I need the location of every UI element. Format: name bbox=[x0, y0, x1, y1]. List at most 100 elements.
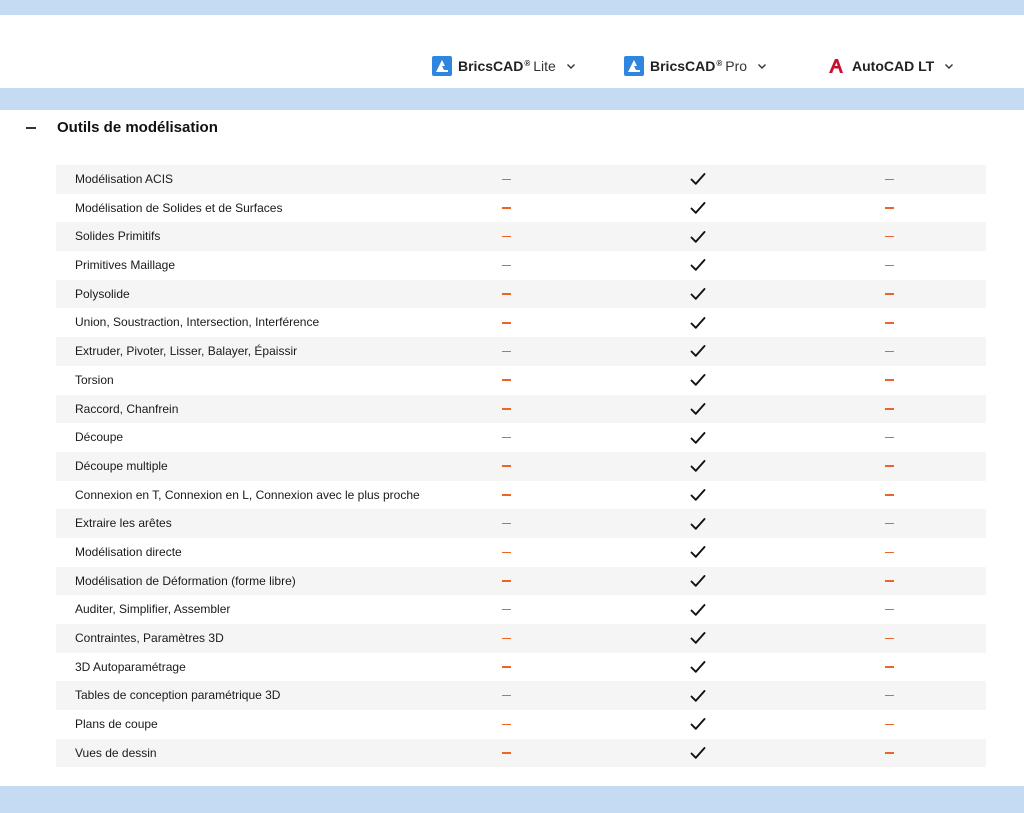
feature-label: Solides Primitifs bbox=[75, 229, 161, 244]
dash-icon bbox=[491, 366, 521, 395]
check-icon bbox=[683, 280, 713, 309]
dash-icon bbox=[491, 251, 521, 280]
feature-label: Découpe multiple bbox=[75, 458, 168, 473]
check-icon bbox=[683, 538, 713, 567]
feature-row: Torsion bbox=[56, 366, 986, 395]
feature-label: Plans de coupe bbox=[75, 717, 158, 732]
feature-row: Solides Primitifs bbox=[56, 222, 986, 252]
dash-icon bbox=[874, 538, 904, 567]
feature-row: Modélisation de Déformation (forme libre… bbox=[56, 566, 986, 596]
bricscad-logo-icon bbox=[624, 56, 644, 76]
product-selector-autocad-lt[interactable]: AutoCAD LT bbox=[826, 55, 954, 77]
feature-label: 3D Autoparamétrage bbox=[75, 659, 186, 674]
check-icon bbox=[683, 653, 713, 682]
bottom-band bbox=[0, 786, 1024, 813]
dash-icon bbox=[874, 710, 904, 739]
dash-icon bbox=[491, 624, 521, 653]
registered-mark: ® bbox=[716, 58, 723, 68]
dash-icon bbox=[491, 395, 521, 424]
dash-icon bbox=[874, 653, 904, 682]
feature-label: Extruder, Pivoter, Lisser, Balayer, Épai… bbox=[75, 344, 298, 359]
bricscad-logo-icon bbox=[432, 56, 452, 76]
feature-row: Connexion en T, Connexion en L, Connexio… bbox=[56, 481, 986, 510]
feature-label: Découpe bbox=[75, 430, 124, 445]
feature-label: Polysolide bbox=[75, 286, 130, 301]
check-icon bbox=[683, 624, 713, 653]
feature-label: Connexion en T, Connexion en L, Connexio… bbox=[75, 487, 420, 502]
feature-row: Union, Soustraction, Intersection, Inter… bbox=[56, 308, 986, 337]
dash-icon bbox=[491, 509, 521, 538]
section-header: Outils de modélisation bbox=[0, 110, 1024, 150]
dash-icon bbox=[874, 251, 904, 280]
dash-icon bbox=[491, 308, 521, 337]
dash-icon bbox=[491, 595, 521, 624]
dash-icon bbox=[874, 194, 904, 223]
feature-label: Extraire les arêtes bbox=[75, 516, 172, 531]
check-icon bbox=[683, 366, 713, 395]
dash-icon bbox=[491, 194, 521, 223]
feature-row: Modélisation directe bbox=[56, 538, 986, 567]
dash-icon bbox=[491, 165, 521, 194]
feature-row: Contraintes, Paramètres 3D bbox=[56, 624, 986, 653]
product-selector-bricscad-lite[interactable]: BricsCAD ® Lite bbox=[432, 55, 576, 77]
collapse-section-icon[interactable] bbox=[24, 118, 38, 138]
check-icon bbox=[683, 423, 713, 452]
check-icon bbox=[683, 452, 713, 481]
dash-icon bbox=[874, 739, 904, 768]
feature-label: Modélisation de Solides et de Surfaces bbox=[75, 200, 283, 215]
dash-icon bbox=[874, 567, 904, 596]
check-icon bbox=[683, 251, 713, 280]
feature-row: Découpe bbox=[56, 423, 986, 452]
registered-mark: ® bbox=[524, 58, 531, 68]
check-icon bbox=[683, 739, 713, 768]
feature-label: Vues de dessin bbox=[75, 745, 157, 760]
dash-icon bbox=[491, 538, 521, 567]
dash-icon bbox=[491, 681, 521, 710]
check-icon bbox=[683, 165, 713, 194]
product-edition: Pro bbox=[725, 58, 748, 74]
feature-row: Raccord, Chanfrein bbox=[56, 394, 986, 424]
feature-label: Tables de conception paramétrique 3D bbox=[75, 688, 281, 703]
dash-icon bbox=[491, 567, 521, 596]
dash-icon bbox=[491, 710, 521, 739]
feature-row: Auditer, Simplifier, Assembler bbox=[56, 595, 986, 624]
section-title: Outils de modélisation bbox=[57, 119, 218, 136]
dash-icon bbox=[874, 222, 904, 251]
feature-row: Vues de dessin bbox=[56, 738, 986, 768]
feature-label: Modélisation de Déformation (forme libre… bbox=[75, 573, 296, 588]
dash-icon bbox=[874, 366, 904, 395]
feature-row: 3D Autoparamétrage bbox=[56, 653, 986, 682]
product-header: BricsCAD ® Lite BricsCAD ® Pro AutoCAD L… bbox=[0, 15, 1024, 88]
chevron-down-icon bbox=[945, 64, 954, 69]
check-icon bbox=[683, 595, 713, 624]
feature-label: Torsion bbox=[75, 372, 114, 387]
check-icon bbox=[683, 481, 713, 510]
check-icon bbox=[683, 308, 713, 337]
feature-row: Modélisation ACIS bbox=[56, 165, 986, 194]
feature-label: Contraintes, Paramètres 3D bbox=[75, 631, 224, 645]
feature-label: Auditer, Simplifier, Assembler bbox=[75, 602, 231, 617]
dash-icon bbox=[874, 165, 904, 194]
feature-rows: Modélisation ACIS Modélisation de Solides… bbox=[56, 165, 986, 768]
check-icon bbox=[683, 509, 713, 538]
check-icon bbox=[683, 567, 713, 596]
dash-icon bbox=[874, 395, 904, 424]
check-icon bbox=[683, 222, 713, 251]
dash-icon bbox=[874, 681, 904, 710]
dash-icon bbox=[874, 337, 904, 366]
dash-icon bbox=[491, 337, 521, 366]
feature-label: Modélisation directe bbox=[75, 544, 182, 559]
autocad-logo-icon bbox=[826, 56, 846, 76]
check-icon bbox=[683, 337, 713, 366]
product-selector-bricscad-pro[interactable]: BricsCAD ® Pro bbox=[624, 55, 767, 77]
dash-icon bbox=[491, 481, 521, 510]
feature-label: Modélisation ACIS bbox=[75, 172, 174, 186]
check-icon bbox=[683, 681, 713, 710]
feature-row: Primitives Maillage bbox=[56, 251, 986, 280]
header-separator-band bbox=[0, 88, 1024, 110]
feature-label: Raccord, Chanfrein bbox=[75, 401, 179, 416]
feature-row: Découpe multiple bbox=[56, 451, 986, 481]
dash-icon bbox=[874, 308, 904, 337]
top-band bbox=[0, 0, 1024, 15]
feature-row: Extraire les arêtes bbox=[56, 509, 986, 538]
